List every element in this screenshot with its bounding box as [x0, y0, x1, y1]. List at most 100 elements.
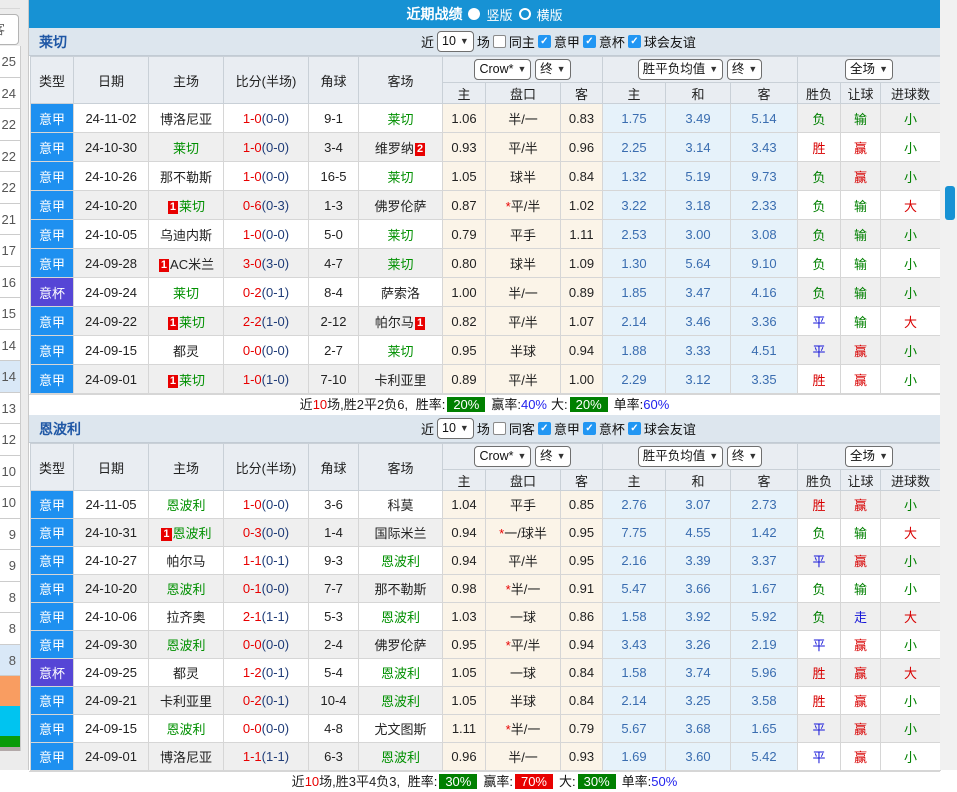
home-team-cell: 1AC米兰 — [149, 249, 224, 278]
games-count-select[interactable]: 10▼ — [437, 31, 474, 52]
sidebar-rank-cell: 8 — [0, 645, 21, 677]
odds-final-select[interactable]: 终▼ — [535, 59, 570, 80]
league-type-cell: 意杯 — [31, 659, 74, 687]
same-venue-checkbox[interactable] — [493, 422, 506, 435]
serie-a-checkbox[interactable]: ✓ — [538, 422, 551, 435]
away-team-cell: 佛罗伦萨 — [359, 191, 443, 220]
col-score: 比分(半场) — [224, 444, 309, 491]
home-team-name: 莱切 — [179, 315, 205, 330]
league-type-cell: 意甲 — [31, 603, 74, 631]
col-score: 比分(半场) — [224, 57, 309, 104]
scope-select[interactable]: 全场▼ — [845, 59, 893, 80]
serie-a-checkbox[interactable]: ✓ — [538, 35, 551, 48]
odds-source-select[interactable]: Crow*▼ — [474, 446, 531, 467]
handicap-cell: 一球 — [486, 603, 561, 631]
score-cell: 1-0(0-0) — [224, 491, 309, 519]
serie-a-label: 意甲 — [554, 32, 580, 51]
result-goals-cell: 小 — [881, 547, 941, 575]
same-venue-label: 同客 — [509, 419, 535, 438]
result-goals-cell: 小 — [881, 491, 941, 519]
mean-group-header: 胜平负均值▼ 终▼ — [603, 444, 798, 470]
result-goals-cell: 小 — [881, 631, 941, 659]
away-team-cell: 恩波利 — [359, 687, 443, 715]
handicap-cell: 半/一 — [486, 104, 561, 133]
coppa-checkbox[interactable]: ✓ — [583, 35, 596, 48]
away-odds-cell: 1.09 — [561, 249, 603, 278]
mean-draw-cell: 3.68 — [666, 715, 731, 743]
summary-near-label: 近 — [292, 774, 305, 789]
mean-draw-cell: 3.18 — [666, 191, 731, 220]
friendly-checkbox[interactable]: ✓ — [628, 35, 641, 48]
home-odds-cell: 0.89 — [443, 365, 486, 394]
full-time-score: 0-0 — [243, 637, 262, 652]
sidebar-spacer — [0, 0, 20, 9]
mean-final-select[interactable]: 终▼ — [727, 59, 762, 80]
mean-home-cell: 3.22 — [603, 191, 666, 220]
vertical-layout-radio[interactable] — [468, 8, 480, 20]
vertical-scrollbar[interactable] — [940, 0, 957, 770]
result-goals-cell: 大 — [881, 659, 941, 687]
horizontal-layout-label[interactable]: 横版 — [537, 5, 563, 24]
vertical-scrollbar-thumb[interactable] — [945, 186, 955, 220]
odds-final-select[interactable]: 终▼ — [535, 446, 570, 467]
summary-stat-value: 50% — [651, 774, 677, 789]
mean-type-select[interactable]: 胜平负均值▼ — [638, 446, 723, 467]
scope-group-header: 全场▼ — [798, 57, 941, 83]
home-odds-cell: 0.98 — [443, 575, 486, 603]
corners-cell: 5-0 — [309, 220, 359, 249]
sidebar-rank-cell: 14 — [0, 330, 21, 362]
games-count-select[interactable]: 10▼ — [437, 418, 474, 439]
away-team-name: 尤文图斯 — [374, 722, 426, 737]
away-odds-cell: 0.94 — [561, 336, 603, 365]
chevron-down-icon: ▼ — [879, 447, 888, 466]
away-team-name: 帕尔马 — [375, 315, 414, 330]
away-odds-cell: 1.00 — [561, 365, 603, 394]
mean-type-select[interactable]: 胜平负均值▼ — [638, 59, 723, 80]
summary-record: 场,胜2平2负6, — [327, 397, 412, 412]
league-type-cell: 意甲 — [31, 307, 74, 336]
chevron-down-icon: ▼ — [518, 447, 527, 466]
corners-cell: 7-10 — [309, 365, 359, 394]
mean-away-cell: 3.35 — [731, 365, 798, 394]
result-wdl-cell: 负 — [798, 104, 841, 133]
full-time-score: 0-3 — [243, 525, 262, 540]
chevron-down-icon: ▼ — [709, 447, 718, 466]
scope-select[interactable]: 全场▼ — [845, 446, 893, 467]
handicap-cell: 平/半 — [486, 133, 561, 162]
vertical-layout-label[interactable]: 竖版 — [486, 5, 512, 24]
away-odds-cell: 0.95 — [561, 519, 603, 547]
handicap-cell: *平/半 — [486, 191, 561, 220]
mean-final-select[interactable]: 终▼ — [727, 446, 762, 467]
sub-col-odds-away: 客 — [561, 83, 603, 104]
mean-away-cell: 9.10 — [731, 249, 798, 278]
full-time-score: 0-2 — [243, 285, 262, 300]
mean-away-cell: 3.37 — [731, 547, 798, 575]
away-team-name: 国际米兰 — [374, 526, 426, 541]
coppa-checkbox[interactable]: ✓ — [583, 422, 596, 435]
away-odds-cell: 0.89 — [561, 278, 603, 307]
handicap-cell: 平/半 — [486, 307, 561, 336]
chevron-down-icon: ▼ — [460, 419, 469, 438]
same-venue-checkbox[interactable] — [493, 35, 506, 48]
horizontal-layout-radio[interactable] — [519, 8, 531, 20]
friendly-checkbox[interactable]: ✓ — [628, 422, 641, 435]
chevron-down-icon: ▼ — [460, 32, 469, 51]
chevron-down-icon: ▼ — [748, 60, 757, 79]
mean-draw-cell: 3.66 — [666, 575, 731, 603]
home-team-name: 莱切 — [179, 199, 205, 214]
match-date-cell: 24-09-22 — [74, 307, 149, 336]
home-team-cell: 恩波利 — [149, 631, 224, 659]
away-team-name: 恩波利 — [381, 666, 420, 681]
league-type-cell: 意甲 — [31, 336, 74, 365]
league-type-cell: 意甲 — [31, 104, 74, 133]
section-summary: 近10场,胜2平2负6, 胜率:20%赢率:40%大:20%单率:60% — [29, 394, 940, 415]
panel-title-bar: 近期战绩 竖版 横版 — [29, 0, 940, 28]
mean-away-cell: 1.65 — [731, 715, 798, 743]
chevron-down-icon: ▼ — [879, 60, 888, 79]
mean-away-cell: 5.92 — [731, 603, 798, 631]
corners-cell: 6-3 — [309, 743, 359, 771]
section-header: 恩波利 近 10▼ 场 同客 ✓意甲 ✓意杯 ✓球会友谊 — [29, 415, 940, 443]
away-team-cell: 恩波利 — [359, 547, 443, 575]
odds-source-select[interactable]: Crow*▼ — [474, 59, 531, 80]
away-team-name: 萨索洛 — [381, 286, 420, 301]
